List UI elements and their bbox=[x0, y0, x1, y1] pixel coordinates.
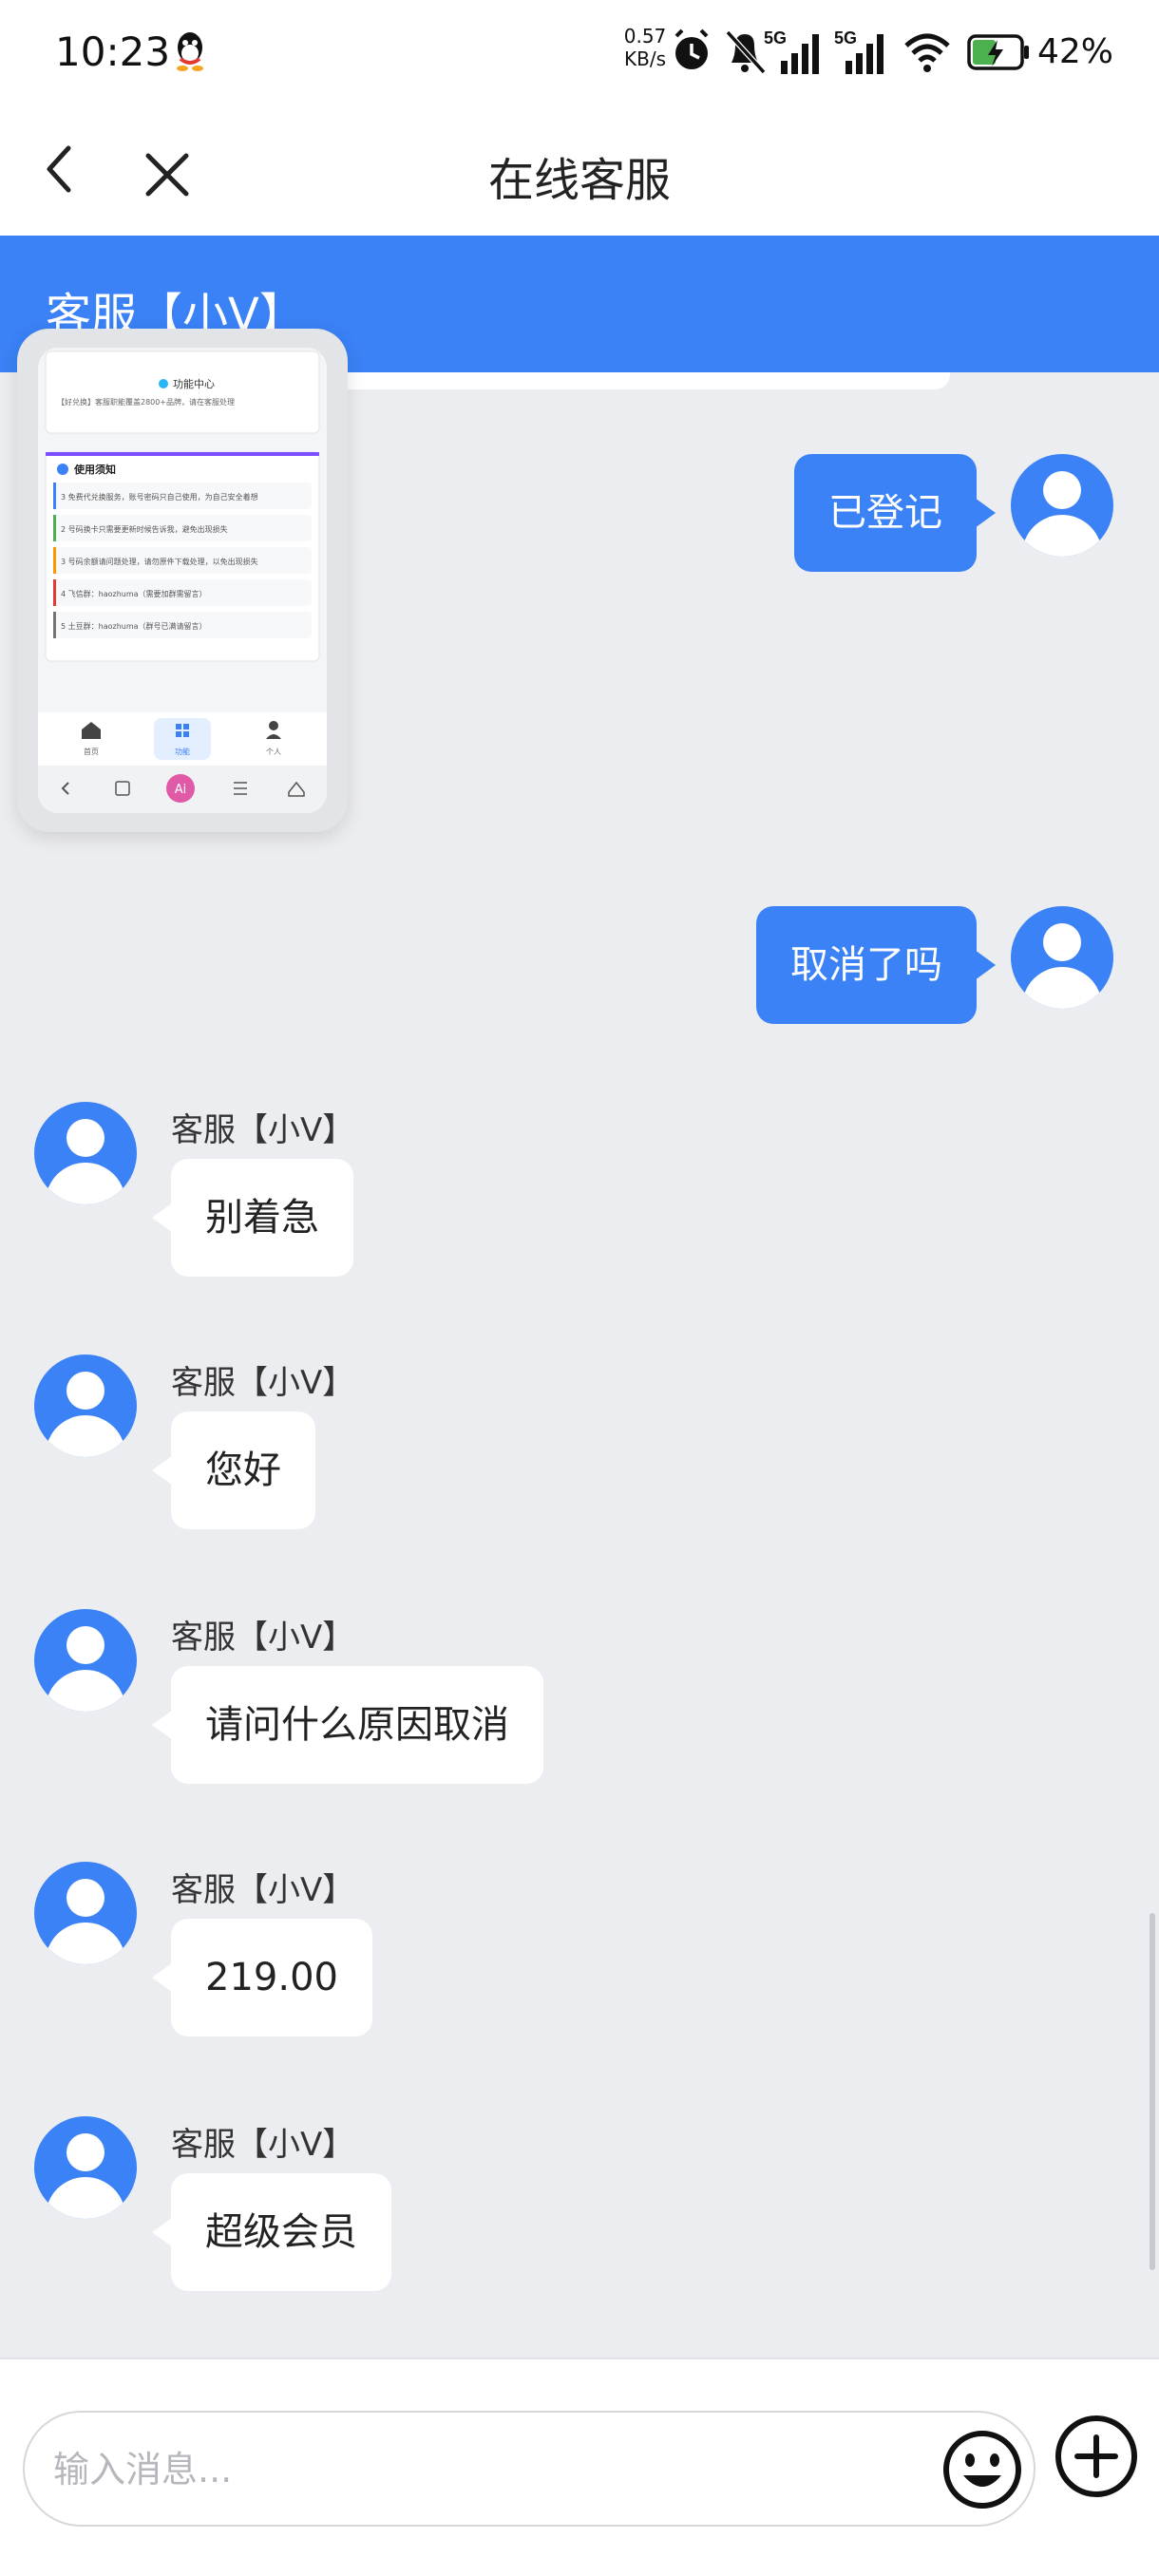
message-bubble[interactable]: 请问什么原因取消 bbox=[152, 1666, 543, 1784]
avatar[interactable] bbox=[34, 1862, 137, 1964]
battery-charging-icon bbox=[967, 34, 1029, 70]
net-speed-value: 0.57 bbox=[623, 25, 667, 47]
qq-icon bbox=[177, 32, 203, 71]
thumb-subheader: 【好兑换】客服职能覆盖2800+品牌，请在客服处理 bbox=[57, 397, 235, 407]
scrollbar[interactable] bbox=[1150, 1913, 1155, 2270]
net-speed-unit: KB/s bbox=[624, 47, 666, 70]
thumb-notice-item: 4 飞信群：haozhuma（需要加群需留言） bbox=[61, 589, 207, 598]
message-bubble[interactable]: 已登记 bbox=[794, 454, 996, 572]
input-bar bbox=[0, 2358, 1159, 2576]
message-bubble[interactable]: 别着急 bbox=[152, 1159, 353, 1277]
sender-name: 客服【小V】 bbox=[171, 1111, 355, 1149]
info-icon bbox=[159, 379, 168, 388]
alarm-icon bbox=[674, 28, 709, 69]
avatar[interactable] bbox=[34, 1609, 137, 1712]
thumbnail-screen: 功能中心 【好兑换】客服职能覆盖2800+品牌，请在客服处理 使用须知 3 免费… bbox=[38, 348, 327, 813]
thumb-notice-item: 2 号码换卡只需要更新时候告诉我，避免出现损失 bbox=[61, 524, 228, 534]
avatar[interactable] bbox=[34, 1102, 137, 1204]
info-icon bbox=[57, 464, 68, 475]
signal-1-label: 5G bbox=[764, 28, 787, 47]
bell-muted-icon bbox=[725, 29, 767, 75]
nav-bar: 在线客服 bbox=[0, 104, 1159, 236]
avatar[interactable] bbox=[1011, 906, 1113, 1009]
thumb-header: 功能中心 bbox=[173, 377, 215, 390]
message-bubble[interactable]: 219.00 bbox=[152, 1919, 372, 2036]
net-speed: 0.57 KB/s bbox=[621, 25, 669, 70]
message-bubble[interactable]: 取消了吗 bbox=[756, 906, 996, 1024]
battery-percent: 42% bbox=[1037, 32, 1114, 71]
thumb-notice-item: 3 号码余额请问题处理，请勿原件下载处理，以免出现损失 bbox=[61, 557, 258, 566]
wifi-icon bbox=[904, 33, 950, 72]
message-bubble[interactable]: 超级会员 bbox=[152, 2173, 391, 2291]
thumbnail-content: 功能中心 【好兑换】客服职能覆盖2800+品牌，请在客服处理 使用须知 3 免费… bbox=[38, 348, 327, 813]
thumb-tab: 功能 bbox=[175, 747, 190, 756]
sender-name: 客服【小V】 bbox=[171, 1871, 355, 1909]
sender-name: 客服【小V】 bbox=[171, 1364, 355, 1402]
status-time: 10:23 bbox=[55, 28, 171, 75]
add-icon[interactable] bbox=[1049, 2409, 1144, 2504]
status-bar: 10:23 0.57 KB/s 5G 5G 42% bbox=[0, 0, 1159, 104]
message-input-container[interactable] bbox=[23, 2411, 1036, 2527]
message-input[interactable] bbox=[53, 2432, 908, 2508]
sender-name: 客服【小V】 bbox=[171, 2126, 355, 2164]
thumb-ai-label: Ai bbox=[175, 783, 187, 797]
sender-name: 客服【小V】 bbox=[171, 1619, 355, 1657]
avatar[interactable] bbox=[1011, 454, 1113, 557]
message-bubble[interactable]: 您好 bbox=[152, 1411, 315, 1529]
page-title: 在线客服 bbox=[487, 154, 671, 207]
thumb-tab: 首页 bbox=[84, 747, 99, 756]
thumb-notice-item: 5 土豆群：haozhuma（群号已满请留言） bbox=[61, 621, 207, 631]
thumb-tab: 个人 bbox=[266, 748, 281, 756]
screen-thumbnail[interactable]: 功能中心 【好兑换】客服职能覆盖2800+品牌，请在客服处理 使用须知 3 免费… bbox=[17, 329, 348, 832]
thumb-notice-item: 3 免费代兑换服务，账号密码只自己使用，为自己安全着想 bbox=[61, 492, 258, 502]
avatar[interactable] bbox=[34, 1354, 137, 1457]
avatar[interactable] bbox=[34, 2116, 137, 2219]
signal-2-label: 5G bbox=[834, 28, 857, 47]
status-icons: 5G 5G bbox=[674, 28, 1029, 75]
emoji-icon[interactable] bbox=[935, 2422, 1030, 2517]
thumb-notice-title: 使用须知 bbox=[73, 463, 116, 476]
